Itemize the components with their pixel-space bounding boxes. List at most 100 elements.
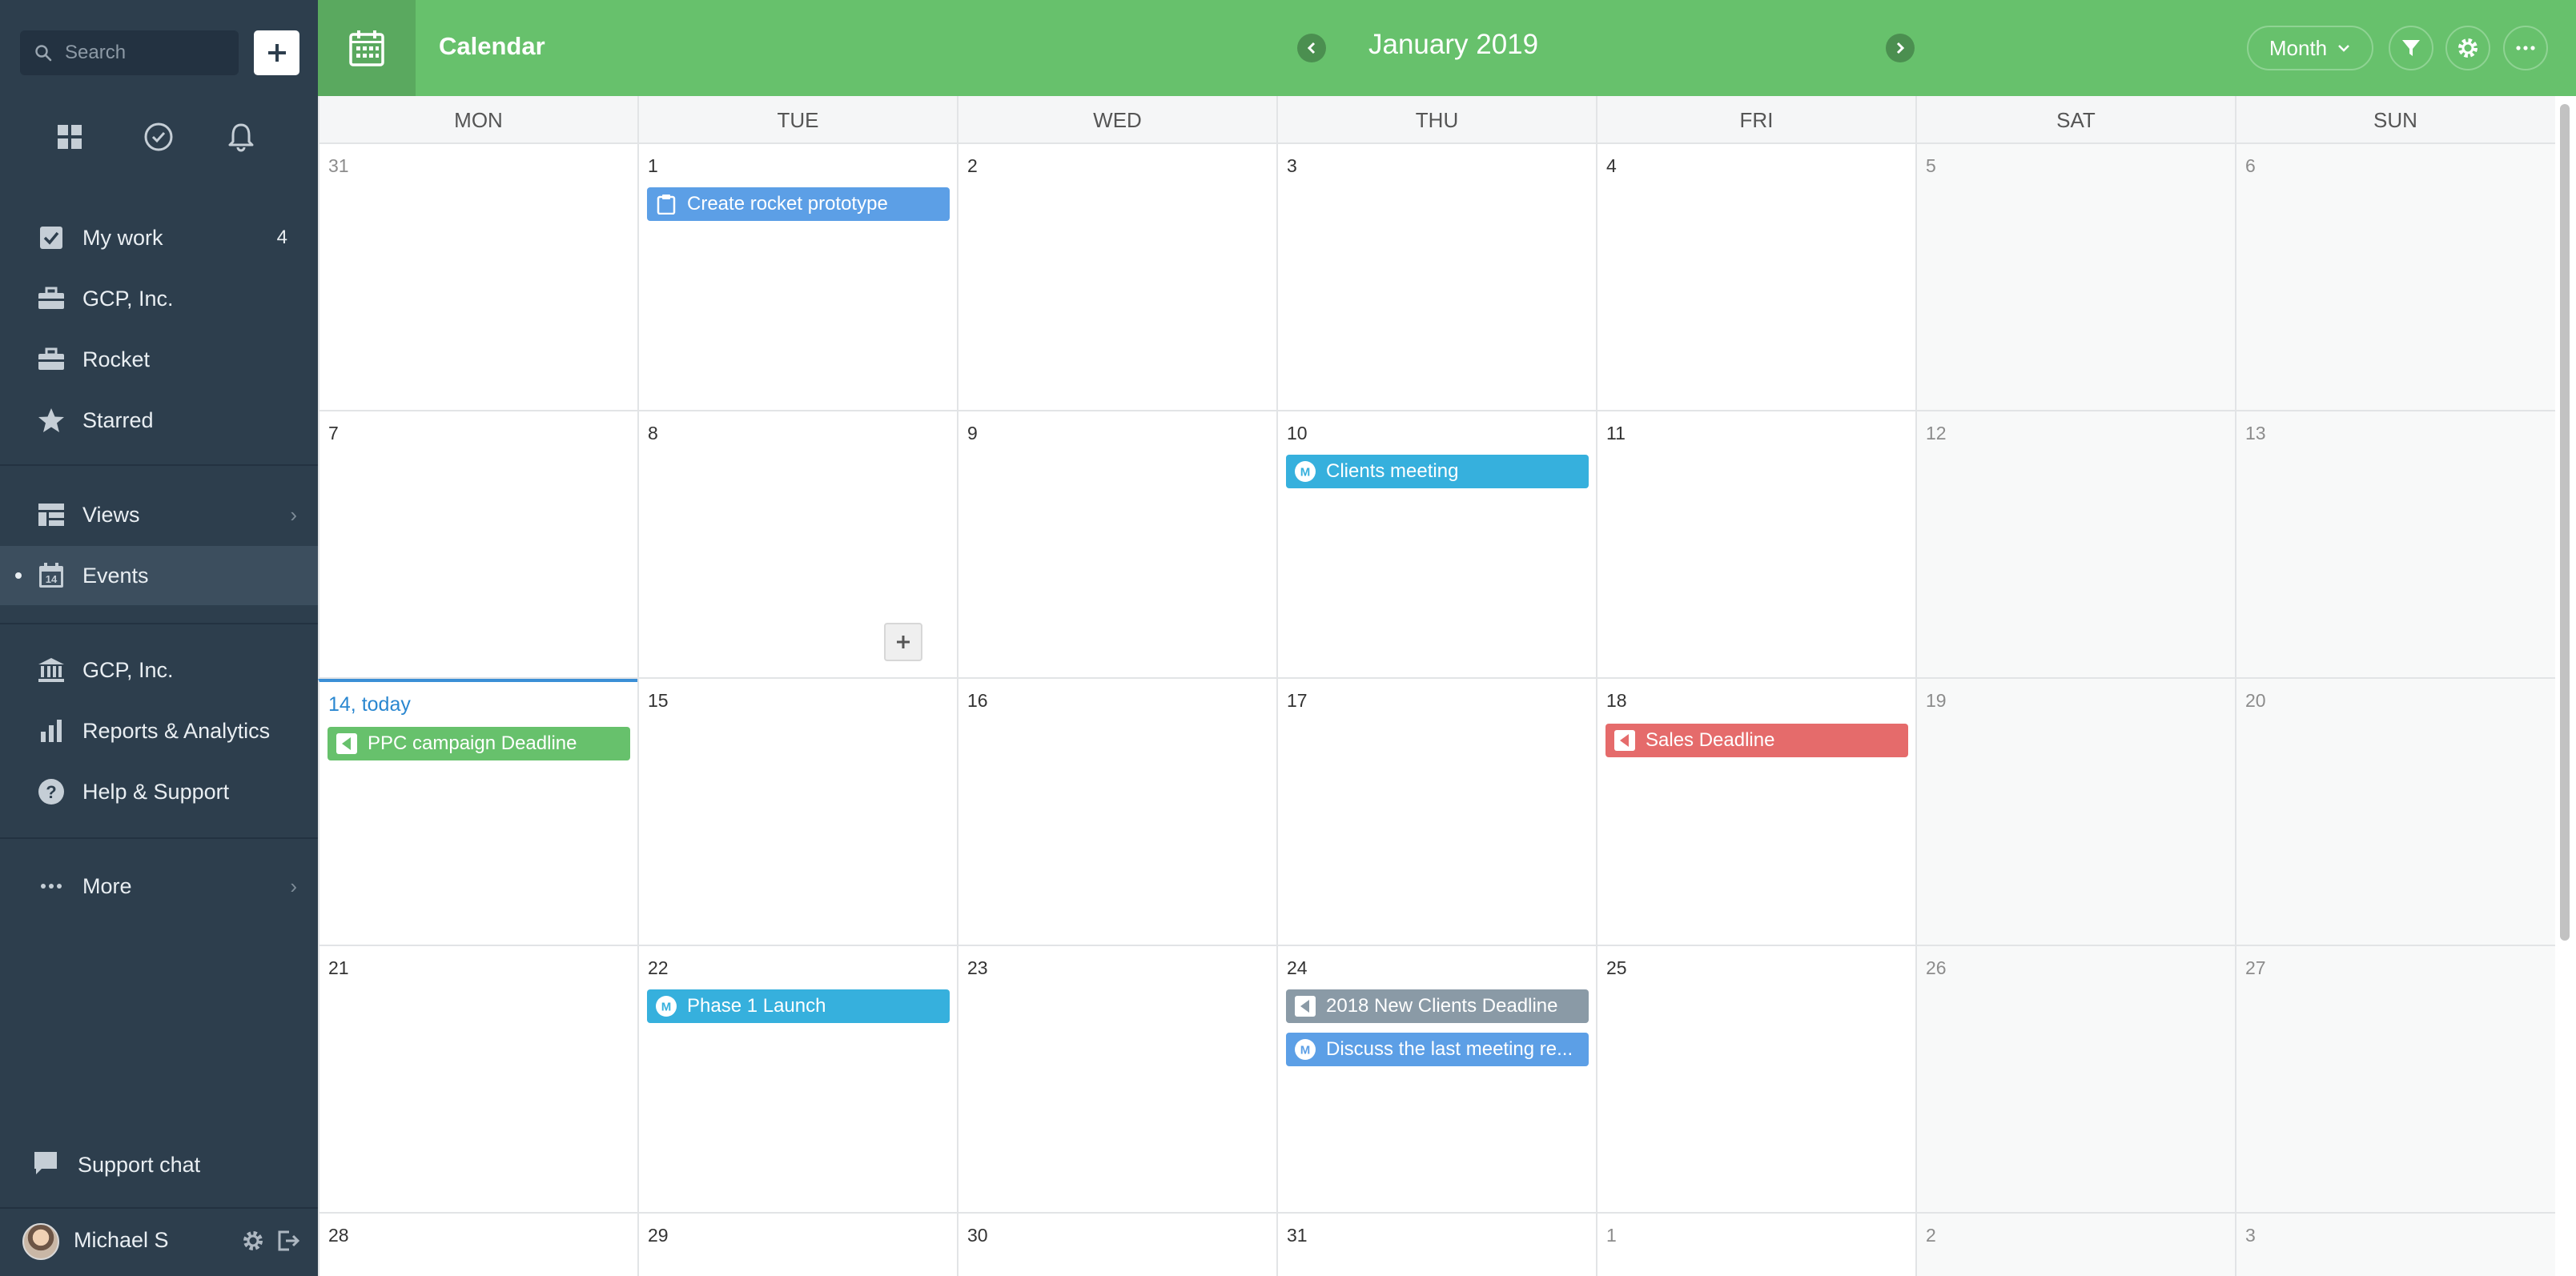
sidebar-item-label: GCP, Inc. [82,286,174,311]
day-cell[interactable]: 2 [957,144,1276,411]
day-cell[interactable]: 31 [318,144,637,411]
support-chat-button[interactable]: Support chat [0,1143,318,1188]
event-chip[interactable]: Sales Deadline [1605,724,1908,757]
event-chip[interactable]: Create rocket prototype [647,187,950,221]
search-placeholder: Search [65,42,127,63]
day-cell[interactable]: 29 [637,1214,957,1276]
day-number: 24 [1287,957,1308,978]
event-chip[interactable]: PPC campaign Deadline [328,727,630,760]
sidebar-item-gcp-inc-org[interactable]: GCP, Inc. [0,640,318,700]
search-input[interactable]: Search [20,30,239,75]
day-cell[interactable]: 9 [957,411,1276,679]
add-event-button[interactable] [884,623,922,661]
scrollbar-thumb[interactable] [2560,104,2570,941]
user-bar: Michael S [0,1207,318,1276]
sidebar-item-gcp-inc[interactable]: GCP, Inc. [0,269,318,328]
dashboard-icon[interactable] [53,120,86,154]
day-cell[interactable]: 5 [1915,144,2235,411]
day-number: 3 [2245,1225,2256,1246]
event-chip[interactable]: M Discuss the last meeting re... [1286,1033,1589,1066]
sidebar-item-reports[interactable]: Reports & Analytics [0,701,318,760]
gear-icon [2458,38,2478,58]
day-cell[interactable]: 7 [318,411,637,679]
day-cell[interactable]: 17 [1276,679,1596,946]
day-cell[interactable]: 4 [1596,144,1915,411]
day-cell[interactable]: 30 [957,1214,1276,1276]
day-cell[interactable]: 16 [957,679,1276,946]
more-options-button[interactable] [2503,26,2548,70]
divider [0,623,318,624]
day-cell[interactable]: 12 [1915,411,2235,679]
divider [0,837,318,839]
day-number: 18 [1606,690,1627,711]
day-cell[interactable]: 2 [1915,1214,2235,1276]
sidebar-item-more[interactable]: More › [0,857,318,916]
day-cell[interactable]: 27 [2235,946,2555,1214]
day-cell[interactable]: 19 [1915,679,2235,946]
day-cell-today[interactable]: 14, today PPC campaign Deadline [318,679,637,946]
clock-check-icon[interactable] [142,120,175,154]
sidebar-item-help[interactable]: ? Help & Support [0,762,318,821]
day-cell[interactable]: 6 [2235,144,2555,411]
day-cell[interactable]: 26 [1915,946,2235,1214]
day-cell[interactable]: 25 [1596,946,1915,1214]
day-cell[interactable]: 15 [637,679,957,946]
views-icon [35,499,67,531]
divider [0,464,318,466]
page-title: Calendar [439,32,545,60]
search-icon [35,45,52,62]
settings-button[interactable] [2445,26,2490,70]
event-chip[interactable]: 2018 New Clients Deadline [1286,989,1589,1023]
sidebar-item-starred[interactable]: Starred [0,391,318,450]
sidebar: Search My work 4 GCP, Inc. Rocket Starre… [0,0,318,1276]
day-cell[interactable]: 23 [957,946,1276,1214]
day-cell[interactable]: 31 [1276,1214,1596,1276]
gear-icon[interactable] [239,1226,267,1255]
weekday-wed: WED [957,96,1276,144]
add-button[interactable] [254,30,299,75]
day-cell[interactable]: 24 2018 New Clients Deadline M Discuss t… [1276,946,1596,1214]
day-cell[interactable]: 3 [2235,1214,2555,1276]
day-cell[interactable]: 28 [318,1214,637,1276]
day-cell[interactable]: 13 [2235,411,2555,679]
previous-month-button[interactable] [1297,34,1326,62]
day-cell[interactable]: 10 M Clients meeting [1276,411,1596,679]
calendar-scrollbar[interactable] [2555,96,2576,1276]
day-cell[interactable]: 1 Create rocket prototype [637,144,957,411]
svg-text:M: M [1300,1044,1311,1057]
day-cell[interactable]: 1 [1596,1214,1915,1276]
event-label: Create rocket prototype [687,193,888,215]
day-number: 4 [1606,155,1617,176]
month-title: January 2019 [1368,29,1539,60]
day-cell[interactable]: 18 Sales Deadline [1596,679,1915,946]
bar-chart-icon [35,715,67,747]
ellipsis-icon [35,870,67,902]
day-cell[interactable]: 21 [318,946,637,1214]
bank-icon [35,654,67,686]
day-number: 27 [2245,957,2266,978]
user-name[interactable]: Michael S [74,1228,169,1253]
view-mode-dropdown[interactable]: Month [2247,26,2373,70]
day-cell[interactable]: 20 [2235,679,2555,946]
next-month-button[interactable] [1886,34,1915,62]
event-chip[interactable]: M Phase 1 Launch [647,989,950,1023]
event-chip[interactable]: M Clients meeting [1286,455,1589,488]
sidebar-item-views[interactable]: Views › [0,485,318,544]
day-cell[interactable]: 11 [1596,411,1915,679]
day-number: 9 [967,423,978,443]
sidebar-item-events[interactable]: 14 Events [0,546,318,605]
sidebar-item-rocket[interactable]: Rocket [0,330,318,389]
weekday-sun: SUN [2235,96,2554,144]
briefcase-icon [35,283,67,315]
logout-icon[interactable] [274,1226,303,1255]
day-number: 19 [1926,690,1947,711]
day-number: 31 [328,155,349,176]
day-cell[interactable]: 8 [637,411,957,679]
day-cell[interactable]: 22 M Phase 1 Launch [637,946,957,1214]
filter-button[interactable] [2389,26,2433,70]
calendar-14-icon: 14 [35,560,67,592]
sidebar-item-my-work[interactable]: My work 4 [0,208,318,267]
avatar[interactable] [22,1223,59,1260]
day-cell[interactable]: 3 [1276,144,1596,411]
bell-icon[interactable] [224,120,258,154]
